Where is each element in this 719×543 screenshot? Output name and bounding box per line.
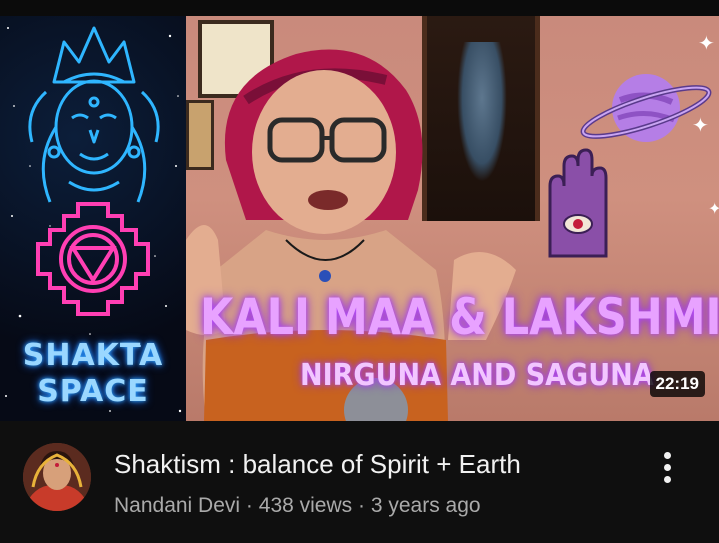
thumbnail-title-main: KALI MAA & LAKSHMI [200, 288, 719, 346]
channel-name[interactable]: Nandani Devi [114, 494, 240, 517]
yantra-icon [36, 202, 150, 316]
channel-avatar[interactable] [23, 443, 91, 511]
more-vert-icon[interactable] [652, 447, 682, 487]
duration-badge: 22:19 [649, 371, 705, 397]
sparkle-icon: ✦ [708, 201, 719, 218]
video-subline: Nandani Devi · 438 views · 3 years ago [114, 494, 481, 518]
channel-art-panel: SHAKTA SPACE [0, 16, 186, 421]
planet-icon [580, 74, 712, 142]
channel-brand-line2: SPACE [37, 374, 149, 409]
separator: · [245, 494, 253, 517]
hamsa-hand-icon [548, 148, 608, 258]
video-thumbnail[interactable]: SHAKTA SPACE ✦ ✦ ✦ KALI MAA & LAKSHMI NI… [0, 16, 719, 421]
view-count: 438 views [258, 494, 353, 517]
avatar-portrait-icon [23, 443, 91, 511]
channel-brand-line1: SHAKTA [22, 338, 164, 373]
video-meta-row: Shaktism : balance of Spirit + Earth Nan… [0, 421, 719, 543]
sparkle-icon: ✦ [698, 33, 715, 55]
goddess-face-icon [28, 26, 160, 203]
top-bar [0, 0, 719, 16]
thumbnail-title-sub: NIRGUNA AND SAGUNA [300, 358, 654, 393]
video-title[interactable]: Shaktism : balance of Spirit + Earth [114, 449, 521, 480]
upload-age: 3 years ago [370, 494, 481, 517]
sparkle-icon: ✦ [692, 115, 709, 137]
separator: · [358, 494, 365, 517]
